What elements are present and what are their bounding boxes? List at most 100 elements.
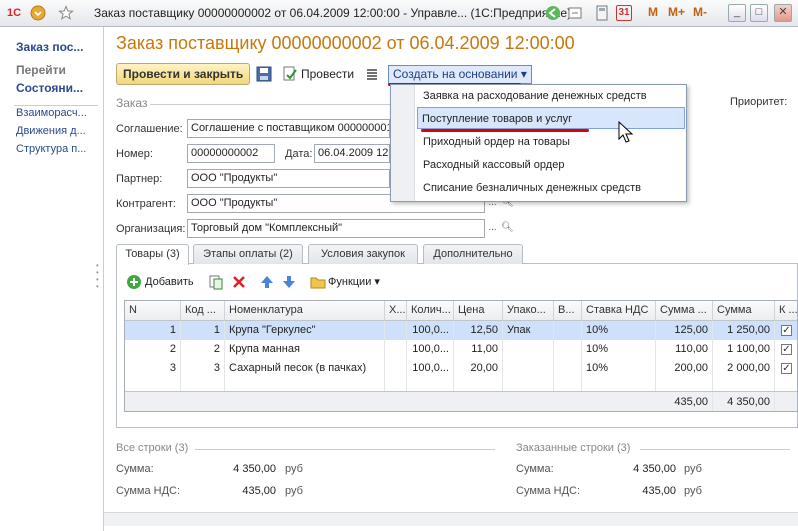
empty-cell bbox=[503, 378, 554, 391]
col-header-v[interactable]: В... bbox=[554, 301, 582, 321]
nav-item-settlements[interactable]: Взаиморасч... bbox=[16, 107, 102, 119]
table-row[interactable]: 2 2 Крупа манная 100,0... 11,00 10% 110,… bbox=[125, 340, 797, 359]
cell-v bbox=[554, 359, 582, 378]
cell-n: 3 bbox=[125, 359, 181, 378]
footer-vat-sum: 435,00 bbox=[656, 393, 713, 411]
empty-cell bbox=[125, 378, 181, 391]
minimize-button[interactable]: _ bbox=[728, 4, 746, 22]
menu-item-cash-request[interactable]: Заявка на расходование денежных средств bbox=[419, 85, 683, 107]
col-header-pack[interactable]: Упако... bbox=[503, 301, 554, 321]
nav-doc-link[interactable]: Заказ пос... bbox=[16, 40, 102, 54]
panel-splitter-handle[interactable]: • • • • bbox=[96, 262, 100, 291]
number-field[interactable]: 00000000002 bbox=[187, 144, 275, 163]
cell-price: 11,00 bbox=[454, 340, 503, 359]
functions-folder-icon[interactable] bbox=[310, 274, 326, 290]
calculator-icon[interactable] bbox=[594, 5, 610, 21]
col-header-nomenclature[interactable]: Номенклатура bbox=[225, 301, 385, 321]
calendar-icon[interactable]: 31 bbox=[616, 5, 632, 21]
cell-vat-rate: 10% bbox=[582, 359, 656, 378]
ordered-vat-value: 435,00 bbox=[642, 485, 676, 497]
col-header-n[interactable]: N bbox=[125, 301, 181, 321]
menu-item-goods-receipt[interactable]: Поступление товаров и услуг bbox=[417, 107, 685, 129]
left-navigation-panel: Заказ пос... Перейти Состояни... Взаимор… bbox=[0, 27, 104, 531]
close-button[interactable]: ✕ bbox=[774, 4, 792, 22]
cell-vat-sum: 110,00 bbox=[656, 340, 713, 359]
cell-qty: 100,0... bbox=[407, 321, 454, 340]
restore-button[interactable]: □ bbox=[750, 4, 768, 22]
nav-item-structure[interactable]: Структура п... bbox=[16, 143, 102, 155]
memory-m-minus-button[interactable]: M- bbox=[693, 5, 707, 19]
all-sum-value: 4 350,00 bbox=[233, 463, 276, 475]
tab-purchase-terms[interactable]: Условия закупок bbox=[308, 244, 418, 264]
horizontal-scrollbar[interactable] bbox=[104, 512, 798, 526]
organization-field[interactable]: Торговый дом "Комплексный" bbox=[187, 219, 485, 238]
menu-item-cash-outgoing-order[interactable]: Расходный кассовый ордер bbox=[419, 154, 683, 176]
back-arrow-icon[interactable] bbox=[545, 5, 561, 21]
chevron-down-icon: ▾ bbox=[374, 276, 380, 288]
col-header-vat-sum[interactable]: Сумма ... bbox=[656, 301, 713, 321]
menu-item-noncash-writeoff[interactable]: Списание безналичных денежных средств bbox=[419, 177, 683, 199]
add-icon[interactable] bbox=[126, 274, 142, 290]
cell-vat-rate: 10% bbox=[582, 321, 656, 340]
tab-additional[interactable]: Дополнительно bbox=[423, 244, 523, 264]
agreement-field[interactable]: Соглашение с поставщиком 000000001 bbox=[187, 119, 390, 138]
ordered-sum-value: 4 350,00 bbox=[633, 463, 676, 475]
col-header-vat-rate[interactable]: Ставка НДС bbox=[582, 301, 656, 321]
organization-select-icon[interactable]: ... bbox=[485, 220, 500, 237]
tab-payment-stages[interactable]: Этапы оплаты (2) bbox=[193, 244, 303, 264]
post-and-close-button[interactable]: Провести и закрыть bbox=[116, 63, 251, 85]
cell-qty: 100,0... bbox=[407, 359, 454, 378]
empty-cell bbox=[713, 378, 775, 391]
nav-item-movements[interactable]: Движения д... bbox=[16, 125, 102, 137]
cell-pack: Упак bbox=[503, 321, 554, 340]
row-checkbox[interactable]: ✓ bbox=[781, 325, 792, 336]
ordered-vat-currency: руб bbox=[684, 485, 702, 497]
move-up-icon[interactable] bbox=[259, 274, 275, 290]
list-icon[interactable] bbox=[364, 66, 380, 82]
functions-label: Функции bbox=[328, 276, 372, 288]
app-logo-icon[interactable]: 1С bbox=[4, 5, 24, 21]
counterparty-label: Контрагент: bbox=[116, 198, 176, 210]
move-down-icon[interactable] bbox=[281, 274, 297, 290]
partner-field[interactable]: ООО "Продукты" bbox=[187, 169, 390, 188]
col-header-x[interactable]: Х... bbox=[385, 301, 407, 321]
cell-name: Крупа "Геркулес" bbox=[225, 321, 385, 340]
row-checkbox[interactable]: ✓ bbox=[781, 363, 792, 374]
organization-open-icon[interactable]: 🔍︎ bbox=[500, 220, 515, 237]
date-field[interactable]: 06.04.2009 12 bbox=[314, 144, 390, 163]
memory-m-plus-button[interactable]: M+ bbox=[668, 5, 685, 19]
cell-n: 2 bbox=[125, 340, 181, 359]
table-empty-area bbox=[125, 378, 797, 391]
col-header-k[interactable]: К ... bbox=[775, 301, 797, 321]
save-icon[interactable] bbox=[256, 66, 272, 82]
cell-name: Сахарный песок (в пачках) bbox=[225, 359, 385, 378]
row-checkbox[interactable]: ✓ bbox=[781, 344, 792, 355]
table-row[interactable]: 1 1 Крупа "Геркулес" 100,0... 12,50 Упак… bbox=[125, 321, 797, 340]
add-row-button[interactable]: Добавить bbox=[145, 271, 194, 293]
col-header-code[interactable]: Код ... bbox=[181, 301, 225, 321]
cell-code: 1 bbox=[181, 321, 225, 340]
menu-item-goods-incoming-order[interactable]: Приходный ордер на товары bbox=[419, 131, 683, 153]
goods-table: N Код ... Номенклатура Х... Колич... Цен… bbox=[124, 300, 798, 412]
create-based-on-button[interactable]: Создать на основании ▾ bbox=[388, 65, 532, 84]
table-row[interactable]: 3 3 Сахарный песок (в пачках) 100,0... 2… bbox=[125, 359, 797, 378]
link-icon[interactable] bbox=[567, 5, 583, 21]
col-header-sum[interactable]: Сумма bbox=[713, 301, 775, 321]
tab-goods[interactable]: Товары (3) bbox=[116, 244, 189, 265]
empty-cell bbox=[181, 378, 225, 391]
col-header-qty[interactable]: Колич... bbox=[407, 301, 454, 321]
functions-menu-button[interactable]: Функции ▾ bbox=[328, 271, 380, 293]
delete-row-icon[interactable] bbox=[231, 274, 247, 290]
nav-item-state[interactable]: Состояни... bbox=[16, 81, 102, 95]
ordered-vat-label: Сумма НДС: bbox=[516, 485, 581, 497]
empty-cell bbox=[454, 378, 503, 391]
post-document-icon[interactable] bbox=[282, 66, 298, 82]
empty-cell bbox=[554, 378, 582, 391]
agreement-label: Соглашение: bbox=[116, 123, 183, 135]
dropdown-circle-icon[interactable] bbox=[30, 5, 46, 21]
memory-m-button[interactable]: M bbox=[648, 5, 658, 19]
copy-row-icon[interactable] bbox=[208, 274, 224, 290]
col-header-price[interactable]: Цена bbox=[454, 301, 503, 321]
post-button[interactable]: Провести bbox=[301, 63, 354, 85]
star-favorite-icon[interactable] bbox=[58, 5, 74, 21]
